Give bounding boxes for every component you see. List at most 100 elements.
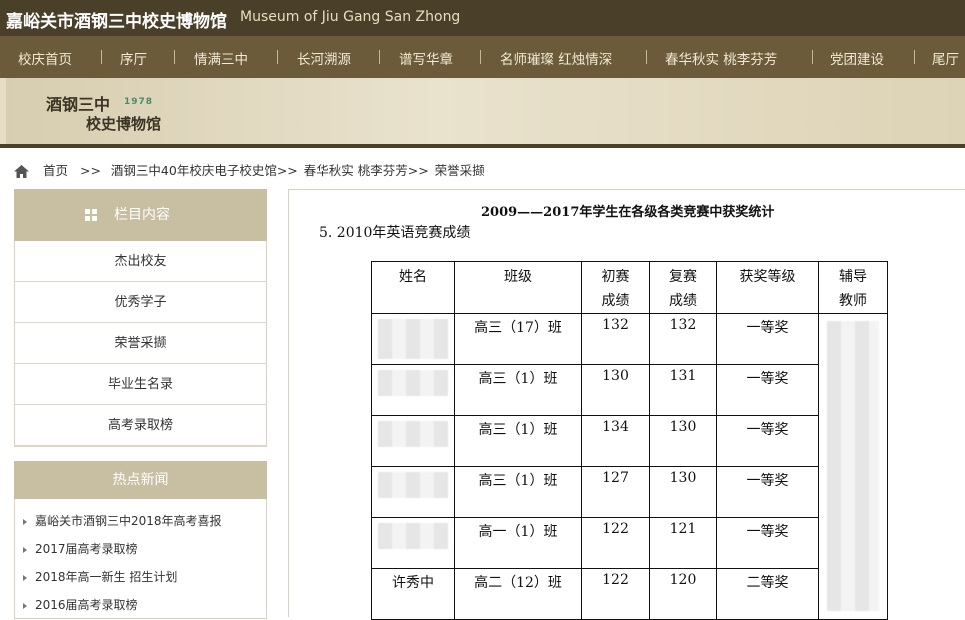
table-row: 高三（1）班 134 130 一等奖 (371, 415, 888, 467)
nav-item-alumni[interactable]: 春华秋实 桃李芬芳 (665, 48, 777, 68)
redacted-name (378, 421, 448, 447)
redacted-name (378, 319, 448, 359)
sidebar-item-students[interactable]: 优秀学子 (15, 282, 266, 323)
cell-prelim: 130 (581, 364, 650, 416)
nav-item-end-hall[interactable]: 尾厅 (932, 48, 959, 68)
top-header-bar: 嘉峪关市酒钢三中校史博物馆 Museum of Jiu Gang San Zho… (0, 0, 965, 36)
news-header: 热点新闻 (14, 461, 267, 499)
cell-prelim: 127 (581, 466, 650, 518)
cell-award: 二等奖 (716, 568, 819, 620)
main-nav: 校庆首页 序厅 情满三中 长河溯源 谱写华章 名师璀璨 红烛情深 春华秋实 桃李… (0, 36, 965, 78)
redacted-teacher (827, 321, 879, 611)
article-subtitle: 5. 2010年英语竞赛成绩 (319, 225, 471, 241)
home-icon[interactable] (14, 165, 29, 178)
nav-item-love[interactable]: 情满三中 (194, 48, 248, 68)
sidebar-item-admissions[interactable]: 高考录取榜 (15, 405, 266, 446)
banner-divider (0, 144, 965, 148)
cell-class: 高三（1）班 (454, 415, 582, 467)
redacted-name (378, 472, 448, 498)
nav-separator (277, 50, 278, 64)
cell-prelim: 122 (581, 517, 650, 569)
site-title: 嘉峪关市酒钢三中校史博物馆 (6, 12, 227, 32)
grid-icon (85, 209, 97, 221)
table-row: 高一（1）班 122 121 一等奖 (371, 517, 888, 569)
cell-final: 132 (649, 313, 717, 365)
table-row: 许秀中 高二（12）班 122 120 二等奖 (371, 568, 888, 620)
col-header-class: 班级 (454, 261, 582, 314)
cell-final: 130 (649, 466, 717, 518)
cell-award: 一等奖 (716, 364, 819, 416)
scores-table: 姓名 班级 初赛 成绩 复赛 成绩 获奖等级 辅导 教师 高三（17）班 132… (371, 261, 888, 620)
news-list: 嘉峪关市酒钢三中2018年高考喜报 2017届高考录取榜 2018年高一新生 招… (14, 499, 267, 619)
nav-item-teachers[interactable]: 名师璀璨 红烛情深 (500, 48, 612, 68)
cell-final: 120 (649, 568, 717, 620)
nav-separator (480, 50, 481, 64)
sidebar: 栏目内容 杰出校友 优秀学子 荣誉采撷 毕业生名录 高考录取榜 热点新闻 嘉峪关… (14, 189, 267, 619)
nav-separator (914, 50, 915, 64)
nav-item-hall[interactable]: 序厅 (120, 48, 147, 68)
cell-class: 高一（1）班 (454, 517, 582, 569)
table-row: 高三（17）班 132 132 一等奖 (371, 313, 888, 620)
cell-name: 许秀中 (371, 568, 455, 620)
cell-name (371, 466, 455, 518)
table-row: 高三（1）班 127 130 一等奖 (371, 466, 888, 518)
breadcrumb-section[interactable]: 春华秋实 桃李芬芳>> (304, 163, 429, 178)
cell-class: 高二（12）班 (454, 568, 582, 620)
cell-final: 121 (649, 517, 717, 569)
cell-name (371, 517, 455, 569)
article-title: 2009——2017年学生在各级各类竞赛中获奖统计 (481, 205, 775, 220)
news-item-label[interactable]: 嘉峪关市酒钢三中2018年高考喜报 (35, 514, 222, 528)
breadcrumb-museum[interactable]: 酒钢三中40年校庆电子校史馆>> (111, 163, 298, 178)
redacted-name (378, 370, 448, 396)
nav-separator (812, 50, 813, 64)
col-header-name: 姓名 (371, 261, 455, 314)
cell-prelim: 122 (581, 568, 650, 620)
breadcrumb-home[interactable]: 首页 (43, 163, 68, 178)
news-item[interactable]: 2017届高考录取榜 (15, 535, 266, 563)
cell-final: 130 (649, 415, 717, 467)
bullet-icon (23, 574, 27, 581)
col-header-prelim: 初赛 成绩 (581, 261, 650, 314)
news-item[interactable]: 嘉峪关市酒钢三中2018年高考喜报 (15, 507, 266, 535)
col-header-teacher: 辅导 教师 (818, 261, 888, 314)
sidebar-header: 栏目内容 (14, 189, 267, 241)
cell-award: 一等奖 (716, 517, 819, 569)
cell-class: 高三（17）班 (454, 313, 582, 365)
news-item-label[interactable]: 2018年高一新生 招生计划 (35, 570, 177, 584)
sidebar-item-alumni[interactable]: 杰出校友 (15, 241, 266, 282)
col-header-final: 复赛 成绩 (649, 261, 717, 314)
logo-text-school: 酒钢三中 (46, 95, 111, 114)
table-header-row: 姓名 班级 初赛 成绩 复赛 成绩 获奖等级 辅导 教师 (371, 261, 888, 314)
nav-item-home[interactable]: 校庆首页 (18, 48, 72, 68)
nav-separator (646, 50, 647, 64)
sidebar-item-graduates[interactable]: 毕业生名录 (15, 364, 266, 405)
cell-class: 高三（1）班 (454, 364, 582, 416)
cell-class: 高三（1）班 (454, 466, 582, 518)
nav-item-chapters[interactable]: 谱写华章 (399, 48, 453, 68)
article-content: 2009——2017年学生在各级各类竞赛中获奖统计 5. 2010年英语竞赛成绩… (288, 189, 965, 620)
cell-award: 一等奖 (716, 415, 819, 467)
news-item[interactable]: 2016届高考录取榜 (15, 591, 266, 618)
nav-item-history[interactable]: 长河溯源 (297, 48, 351, 68)
table-row: 高三（1）班 130 131 一等奖 (371, 364, 888, 416)
redacted-name (378, 523, 448, 549)
col-header-award: 获奖等级 (716, 261, 819, 314)
banner: 酒钢三中 1978 校史博物馆 (0, 78, 965, 148)
cell-award: 一等奖 (716, 466, 819, 518)
breadcrumb-current: 荣誉采撷 (434, 163, 485, 178)
sidebar-header-label: 栏目内容 (114, 207, 170, 223)
news-item-label[interactable]: 2017届高考录取榜 (35, 542, 138, 556)
sidebar-item-honors[interactable]: 荣誉采撷 (15, 323, 266, 364)
bullet-icon (23, 518, 27, 525)
cell-teacher (818, 313, 888, 620)
cell-final: 131 (649, 364, 717, 416)
nav-item-party[interactable]: 党团建设 (830, 48, 884, 68)
site-title-english: Museum of Jiu Gang San Zhong (240, 9, 461, 25)
cell-name (371, 313, 455, 365)
news-item[interactable]: 2018年高一新生 招生计划 (15, 563, 266, 591)
breadcrumb-separator: >> (79, 163, 101, 178)
cell-name (371, 364, 455, 416)
nav-separator (101, 50, 102, 64)
news-item-label[interactable]: 2016届高考录取榜 (35, 598, 138, 612)
bullet-icon (23, 546, 27, 553)
